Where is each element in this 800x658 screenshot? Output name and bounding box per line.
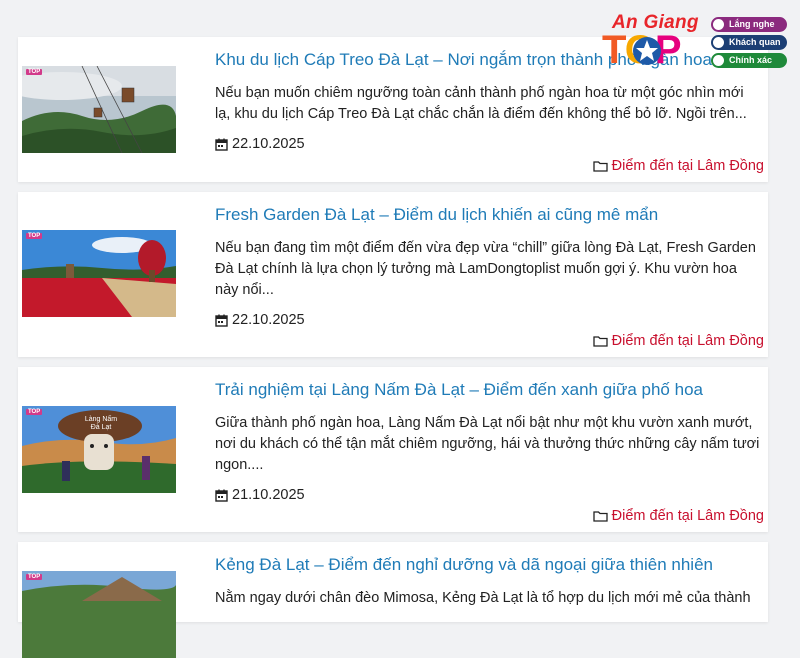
badge-accurate: Chính xác — [711, 53, 787, 68]
post-excerpt: Giữa thành phố ngàn hoa, Làng Nấm Đà Lạt… — [215, 415, 760, 473]
flower-garden-photo-icon — [22, 230, 176, 317]
post-card: Làng Nấm Đà Lạt TOP Trải nghiệm tại Làng… — [18, 367, 768, 532]
badge-listen: Lắng nghe — [711, 17, 787, 32]
resort-photo-icon — [22, 571, 176, 658]
post-title[interactable]: Trải nghiệm tại Làng Nấm Đà Lạt – Điểm đ… — [215, 380, 758, 400]
post-thumbnail[interactable]: Làng Nấm Đà Lạt TOP — [22, 406, 176, 493]
post-category-text: Điểm đến tại Lâm Đồng — [611, 158, 764, 174]
folder-icon — [593, 161, 608, 172]
post-card: TOP Fresh Garden Đà Lạt – Điểm du lịch k… — [18, 192, 768, 357]
post-category-link[interactable]: Điểm đến tại Lâm Đồng — [593, 508, 764, 524]
calendar-icon — [215, 489, 228, 502]
folder-icon — [593, 336, 608, 347]
post-category-text: Điểm đến tại Lâm Đồng — [611, 508, 764, 524]
post-card: TOP Kẻng Đà Lạt – Điểm đến nghỉ dưỡng và… — [18, 542, 768, 658]
post-date-text: 22.10.2025 — [232, 136, 305, 152]
post-excerpt: Nằm ngay dưới chân đèo Mimosa, Kẻng Đà L… — [215, 590, 751, 606]
post-date: 22.10.2025 — [215, 136, 305, 152]
post-date: 22.10.2025 — [215, 312, 305, 328]
thumbnail-watermark: TOP — [26, 233, 43, 239]
post-thumbnail[interactable]: TOP — [22, 571, 176, 658]
cable-car-photo-icon — [22, 66, 176, 153]
thumbnail-watermark: TOP — [26, 409, 43, 415]
thumbnail-watermark: TOP — [26, 69, 43, 75]
badge-dot-icon — [713, 55, 724, 66]
badge-objective: Khách quan — [711, 35, 787, 50]
post-date-text: 22.10.2025 — [232, 312, 305, 328]
an-giang-top-logo[interactable]: An Giang TOP Lắng nghe Khách quan Chính … — [600, 12, 790, 74]
post-category-text: Điểm đến tại Lâm Đồng — [611, 333, 764, 349]
post-date-text: 21.10.2025 — [232, 487, 305, 503]
badge-dot-icon — [713, 19, 724, 30]
post-category-link[interactable]: Điểm đến tại Lâm Đồng — [593, 158, 764, 174]
thumbnail-watermark: TOP — [26, 574, 43, 580]
post-title[interactable]: Kẻng Đà Lạt – Điểm đến nghỉ dưỡng và dã … — [215, 555, 758, 575]
badge-dot-icon — [713, 37, 724, 48]
mushroom-sign-text: Làng Nấm Đà Lạt — [84, 416, 118, 431]
post-thumbnail[interactable]: TOP — [22, 66, 176, 153]
post-excerpt: Nếu bạn đang tìm một điểm đến vừa đẹp vừ… — [215, 240, 756, 298]
post-date: 21.10.2025 — [215, 487, 305, 503]
post-thumbnail[interactable]: TOP — [22, 230, 176, 317]
post-excerpt: Nếu bạn muốn chiêm ngưỡng toàn cảnh thàn… — [215, 85, 747, 122]
post-title[interactable]: Fresh Garden Đà Lạt – Điểm du lịch khiến… — [215, 205, 758, 225]
calendar-icon — [215, 314, 228, 327]
calendar-icon — [215, 138, 228, 151]
star-icon — [633, 37, 661, 65]
post-category-link[interactable]: Điểm đến tại Lâm Đồng — [593, 333, 764, 349]
folder-icon — [593, 511, 608, 522]
